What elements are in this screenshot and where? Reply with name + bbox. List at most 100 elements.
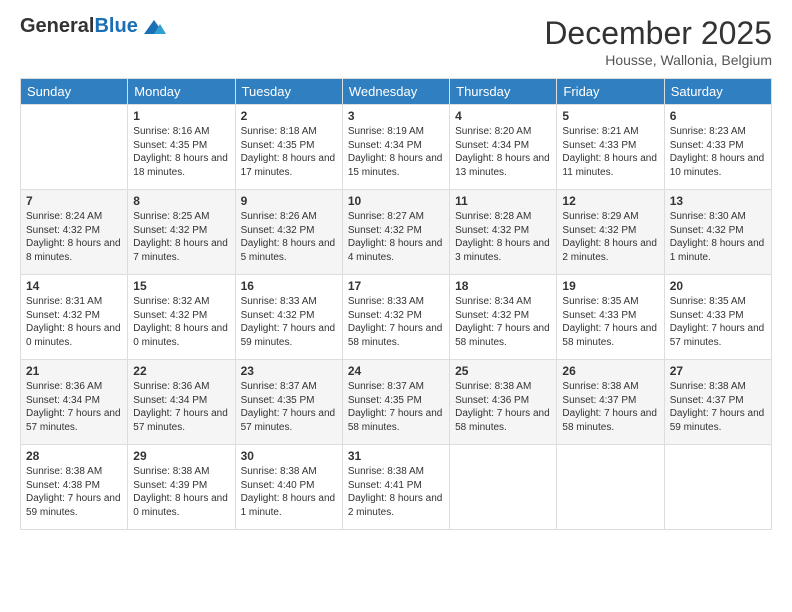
day-number: 30 — [241, 449, 337, 463]
day-info: Sunrise: 8:32 AMSunset: 4:32 PMDaylight:… — [133, 296, 228, 348]
day-info: Sunrise: 8:36 AMSunset: 4:34 PMDaylight:… — [26, 381, 121, 433]
calendar-table: Sunday Monday Tuesday Wednesday Thursday… — [20, 78, 772, 530]
day-info: Sunrise: 8:24 AMSunset: 4:32 PMDaylight:… — [26, 211, 121, 263]
day-number: 31 — [348, 449, 444, 463]
page-container: GeneralBlue December 2025 Housse, Wallon… — [0, 0, 792, 612]
day-number: 19 — [562, 279, 658, 293]
day-info: Sunrise: 8:25 AMSunset: 4:32 PMDaylight:… — [133, 211, 228, 263]
day-info: Sunrise: 8:26 AMSunset: 4:32 PMDaylight:… — [241, 211, 336, 263]
day-info: Sunrise: 8:18 AMSunset: 4:35 PMDaylight:… — [241, 126, 336, 178]
day-number: 20 — [670, 279, 766, 293]
table-row: 26 Sunrise: 8:38 AMSunset: 4:37 PMDayligh… — [557, 360, 664, 445]
table-row: 22 Sunrise: 8:36 AMSunset: 4:34 PMDayligh… — [128, 360, 235, 445]
calendar-week-row: 14 Sunrise: 8:31 AMSunset: 4:32 PMDayligh… — [21, 275, 772, 360]
logo: GeneralBlue — [20, 15, 168, 38]
table-row: 14 Sunrise: 8:31 AMSunset: 4:32 PMDayligh… — [21, 275, 128, 360]
table-row: 4 Sunrise: 8:20 AMSunset: 4:34 PMDaylight… — [450, 105, 557, 190]
header-saturday: Saturday — [664, 79, 771, 105]
day-info: Sunrise: 8:31 AMSunset: 4:32 PMDaylight:… — [26, 296, 121, 348]
day-info: Sunrise: 8:21 AMSunset: 4:33 PMDaylight:… — [562, 126, 657, 178]
day-info: Sunrise: 8:20 AMSunset: 4:34 PMDaylight:… — [455, 126, 550, 178]
day-number: 17 — [348, 279, 444, 293]
day-number: 5 — [562, 109, 658, 123]
day-number: 4 — [455, 109, 551, 123]
day-info: Sunrise: 8:34 AMSunset: 4:32 PMDaylight:… — [455, 296, 550, 348]
table-row — [664, 445, 771, 530]
logo-text: GeneralBlue — [20, 15, 168, 38]
day-number: 3 — [348, 109, 444, 123]
day-number: 14 — [26, 279, 122, 293]
day-info: Sunrise: 8:38 AMSunset: 4:41 PMDaylight:… — [348, 466, 443, 518]
day-number: 22 — [133, 364, 229, 378]
table-row: 31 Sunrise: 8:38 AMSunset: 4:41 PMDayligh… — [342, 445, 449, 530]
table-row: 3 Sunrise: 8:19 AMSunset: 4:34 PMDaylight… — [342, 105, 449, 190]
table-row: 2 Sunrise: 8:18 AMSunset: 4:35 PMDaylight… — [235, 105, 342, 190]
table-row: 12 Sunrise: 8:29 AMSunset: 4:32 PMDayligh… — [557, 190, 664, 275]
month-title: December 2025 — [544, 15, 772, 52]
day-info: Sunrise: 8:30 AMSunset: 4:32 PMDaylight:… — [670, 211, 765, 263]
table-row: 13 Sunrise: 8:30 AMSunset: 4:32 PMDayligh… — [664, 190, 771, 275]
day-info: Sunrise: 8:38 AMSunset: 4:37 PMDaylight:… — [562, 381, 657, 433]
table-row — [557, 445, 664, 530]
table-row: 17 Sunrise: 8:33 AMSunset: 4:32 PMDayligh… — [342, 275, 449, 360]
day-info: Sunrise: 8:38 AMSunset: 4:36 PMDaylight:… — [455, 381, 550, 433]
table-row: 30Sunrise: 8:38 AMSunset: 4:40 PMDayligh… — [235, 445, 342, 530]
day-number: 27 — [670, 364, 766, 378]
table-row — [450, 445, 557, 530]
logo-general: GeneralBlue — [20, 15, 138, 38]
day-number: 18 — [455, 279, 551, 293]
day-number: 1 — [133, 109, 229, 123]
day-info: Sunrise: 8:29 AMSunset: 4:32 PMDaylight:… — [562, 211, 657, 263]
day-info: Sunrise: 8:33 AMSunset: 4:32 PMDaylight:… — [348, 296, 443, 348]
day-number: 10 — [348, 194, 444, 208]
day-number: 7 — [26, 194, 122, 208]
table-row: 15 Sunrise: 8:32 AMSunset: 4:32 PMDayligh… — [128, 275, 235, 360]
day-number: 13 — [670, 194, 766, 208]
header-tuesday: Tuesday — [235, 79, 342, 105]
title-section: December 2025 Housse, Wallonia, Belgium — [544, 15, 772, 68]
day-number: 21 — [26, 364, 122, 378]
calendar-week-row: 7 Sunrise: 8:24 AMSunset: 4:32 PMDaylight… — [21, 190, 772, 275]
day-number: 15 — [133, 279, 229, 293]
table-row: 23Sunrise: 8:37 AMSunset: 4:35 PMDayligh… — [235, 360, 342, 445]
table-row: 20Sunrise: 8:35 AMSunset: 4:33 PMDayligh… — [664, 275, 771, 360]
day-info: Sunrise: 8:38 AMSunset: 4:38 PMDaylight:… — [26, 466, 121, 518]
table-row: 24 Sunrise: 8:37 AMSunset: 4:35 PMDayligh… — [342, 360, 449, 445]
table-row: 1Sunrise: 8:16 AMSunset: 4:35 PMDaylight… — [128, 105, 235, 190]
header-monday: Monday — [128, 79, 235, 105]
day-number: 26 — [562, 364, 658, 378]
calendar-body: 1Sunrise: 8:16 AMSunset: 4:35 PMDaylight… — [21, 105, 772, 530]
day-number: 2 — [241, 109, 337, 123]
day-info: Sunrise: 8:35 AMSunset: 4:33 PMDaylight:… — [562, 296, 657, 348]
header: GeneralBlue December 2025 Housse, Wallon… — [20, 15, 772, 68]
table-row: 10 Sunrise: 8:27 AMSunset: 4:32 PMDayligh… — [342, 190, 449, 275]
day-info: Sunrise: 8:37 AMSunset: 4:35 PMDaylight:… — [348, 381, 443, 433]
day-info: Sunrise: 8:37 AMSunset: 4:35 PMDaylight:… — [241, 381, 336, 433]
table-row — [21, 105, 128, 190]
day-number: 24 — [348, 364, 444, 378]
day-info: Sunrise: 8:36 AMSunset: 4:34 PMDaylight:… — [133, 381, 228, 433]
day-info: Sunrise: 8:38 AMSunset: 4:37 PMDaylight:… — [670, 381, 765, 433]
table-row: 21 Sunrise: 8:36 AMSunset: 4:34 PMDayligh… — [21, 360, 128, 445]
table-row: 9Sunrise: 8:26 AMSunset: 4:32 PMDaylight… — [235, 190, 342, 275]
table-row: 28Sunrise: 8:38 AMSunset: 4:38 PMDayligh… — [21, 445, 128, 530]
day-number: 11 — [455, 194, 551, 208]
calendar-week-row: 1Sunrise: 8:16 AMSunset: 4:35 PMDaylight… — [21, 105, 772, 190]
day-info: Sunrise: 8:19 AMSunset: 4:34 PMDaylight:… — [348, 126, 443, 178]
day-number: 6 — [670, 109, 766, 123]
table-row: 16Sunrise: 8:33 AMSunset: 4:32 PMDayligh… — [235, 275, 342, 360]
day-number: 29 — [133, 449, 229, 463]
header-thursday: Thursday — [450, 79, 557, 105]
day-number: 12 — [562, 194, 658, 208]
table-row: 11 Sunrise: 8:28 AMSunset: 4:32 PMDayligh… — [450, 190, 557, 275]
header-sunday: Sunday — [21, 79, 128, 105]
header-wednesday: Wednesday — [342, 79, 449, 105]
day-info: Sunrise: 8:27 AMSunset: 4:32 PMDaylight:… — [348, 211, 443, 263]
day-number: 16 — [241, 279, 337, 293]
day-info: Sunrise: 8:23 AMSunset: 4:33 PMDaylight:… — [670, 126, 765, 178]
logo-icon — [140, 16, 168, 38]
calendar-header-row: Sunday Monday Tuesday Wednesday Thursday… — [21, 79, 772, 105]
day-info: Sunrise: 8:28 AMSunset: 4:32 PMDaylight:… — [455, 211, 550, 263]
day-number: 8 — [133, 194, 229, 208]
calendar-week-row: 28Sunrise: 8:38 AMSunset: 4:38 PMDayligh… — [21, 445, 772, 530]
